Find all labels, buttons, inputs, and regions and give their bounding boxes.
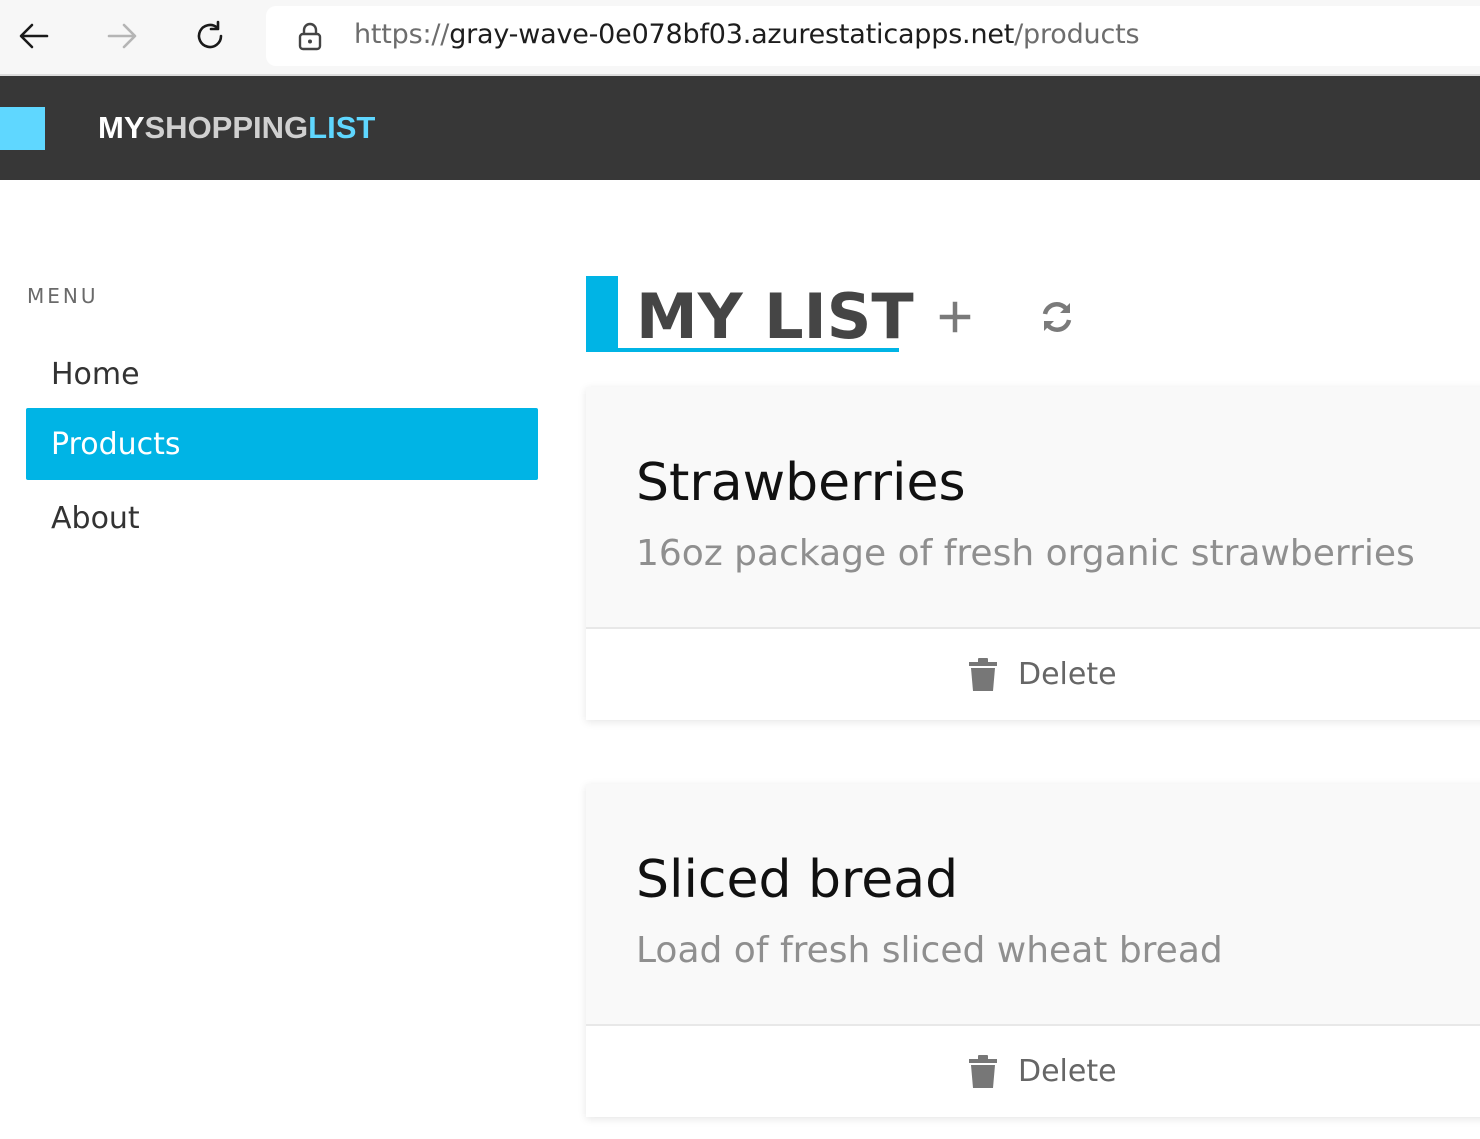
delete-label: Delete: [1018, 1054, 1117, 1089]
trash-icon: [969, 657, 997, 691]
product-name: Strawberries: [636, 453, 966, 513]
product-card: Strawberries 16oz package of fresh organ…: [586, 387, 1480, 720]
forward-arrow-icon: [107, 23, 137, 49]
product-card: Sliced bread Load of fresh sliced wheat …: [586, 784, 1480, 1117]
url-host: gray-wave-0e078bf03.azurestaticapps.net: [449, 19, 1015, 50]
add-product-button[interactable]: [928, 290, 982, 344]
address-bar[interactable]: https://gray-wave-0e078bf03.azurestatica…: [266, 6, 1480, 66]
product-name: Sliced bread: [636, 850, 959, 910]
brand-part-my: MY: [98, 110, 145, 145]
product-card-footer: Delete: [586, 629, 1480, 720]
browser-toolbar: https://gray-wave-0e078bf03.azurestatica…: [0, 0, 1480, 76]
refresh-button[interactable]: [1030, 290, 1084, 344]
delete-button[interactable]: Delete: [968, 1054, 1117, 1089]
brand-part-shopping: SHOPPING: [144, 110, 309, 145]
url-text: https://gray-wave-0e078bf03.azurestatica…: [354, 19, 1140, 50]
delete-button[interactable]: Delete: [968, 657, 1117, 692]
product-card-body: Strawberries 16oz package of fresh organ…: [586, 387, 1480, 629]
product-description: Load of fresh sliced wheat bread: [636, 930, 1223, 971]
page-title: MY LIST: [636, 280, 914, 353]
forward-button[interactable]: [100, 14, 144, 58]
sidebar-item-home[interactable]: Home: [26, 338, 538, 410]
delete-label: Delete: [1018, 657, 1117, 692]
reload-icon: [197, 20, 223, 49]
reload-button[interactable]: [188, 14, 232, 58]
plus-icon: [939, 301, 971, 333]
logo-icon: [0, 107, 45, 150]
trash-icon: [969, 1054, 997, 1088]
back-button[interactable]: [12, 14, 56, 58]
sidebar-item-about[interactable]: About: [26, 482, 538, 554]
product-card-footer: Delete: [586, 1026, 1480, 1117]
title-accent-bar: [586, 276, 618, 352]
url-path: /products: [1014, 19, 1140, 50]
brand-logo[interactable]: MYSHOPPINGLIST: [98, 110, 375, 146]
product-card-body: Sliced bread Load of fresh sliced wheat …: [586, 784, 1480, 1026]
back-arrow-icon: [19, 23, 49, 49]
menu-label: MENU: [27, 284, 99, 308]
lock-icon: [298, 22, 322, 51]
refresh-icon: [1042, 302, 1072, 332]
product-description: 16oz package of fresh organic strawberri…: [636, 533, 1415, 574]
sidebar-item-products[interactable]: Products: [26, 408, 538, 480]
url-scheme: https://: [354, 19, 450, 50]
brand-part-list: LIST: [308, 110, 376, 145]
app-header: MYSHOPPINGLIST: [0, 76, 1480, 180]
